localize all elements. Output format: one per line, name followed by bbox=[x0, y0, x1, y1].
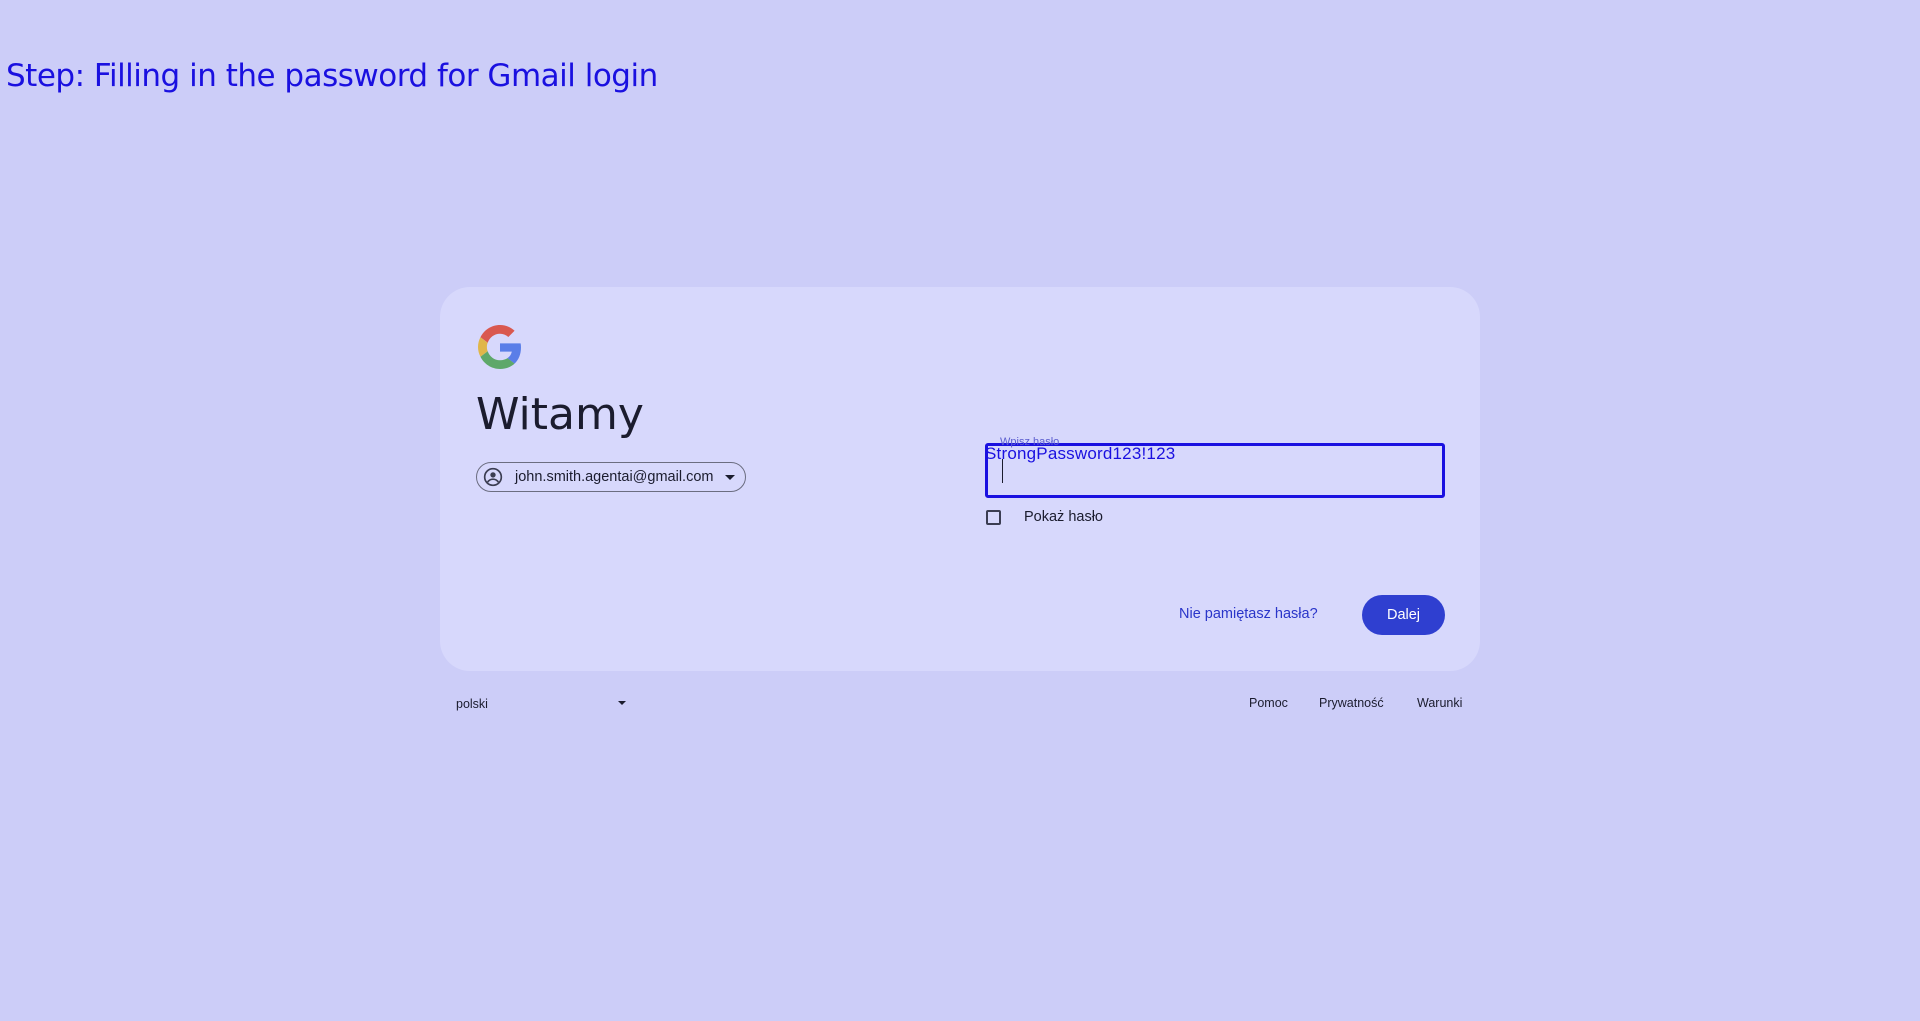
help-link[interactable]: Pomoc bbox=[1249, 696, 1288, 710]
footer: polski Pomoc Prywatność Warunki bbox=[440, 686, 1480, 722]
privacy-link[interactable]: Prywatność bbox=[1319, 696, 1384, 710]
signin-card: Witamy john.smith.agentai@gmail.com Wpis… bbox=[440, 287, 1480, 671]
welcome-heading: Witamy bbox=[476, 389, 644, 440]
typed-password-annotation: StrongPassword123!123 bbox=[985, 444, 1176, 463]
account-circle-icon bbox=[483, 467, 503, 487]
account-email: john.smith.agentai@gmail.com bbox=[515, 469, 714, 485]
show-password-label: Pokaż hasło bbox=[1024, 509, 1103, 525]
caret-down-icon bbox=[725, 474, 736, 480]
checkbox-box[interactable] bbox=[986, 509, 1001, 525]
step-title: Step: Filling in the password for Gmail … bbox=[6, 58, 658, 94]
language-value: polski bbox=[456, 697, 488, 711]
show-password-checkbox[interactable]: Pokaż hasło bbox=[986, 509, 1103, 525]
account-chooser-button[interactable]: john.smith.agentai@gmail.com bbox=[476, 462, 746, 492]
terms-link[interactable]: Warunki bbox=[1417, 696, 1462, 710]
language-select[interactable]: polski bbox=[456, 696, 626, 712]
forgot-password-link[interactable]: Nie pamiętasz hasła? bbox=[1179, 606, 1318, 622]
caret-down-icon bbox=[618, 701, 626, 705]
next-button[interactable]: Dalej bbox=[1362, 595, 1445, 635]
google-g-icon bbox=[478, 325, 521, 369]
